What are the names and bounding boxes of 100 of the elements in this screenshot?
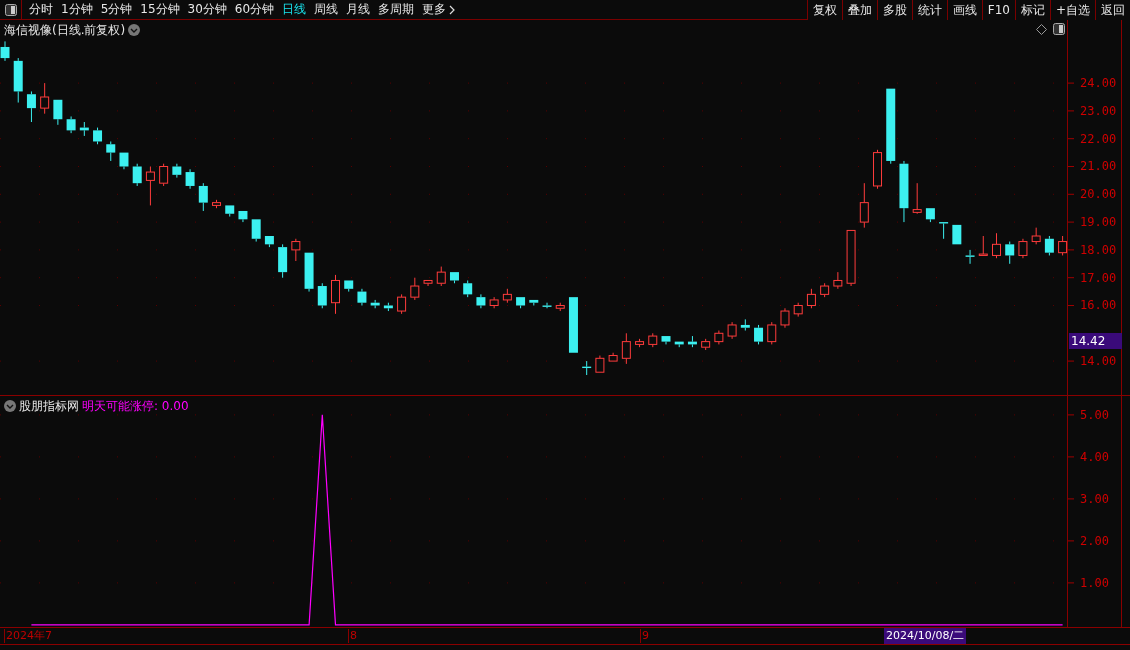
candlestick: [621, 332, 631, 365]
candlestick: [806, 288, 816, 309]
candlestick: [463, 279, 473, 298]
candlestick: [873, 149, 882, 190]
dropdown-icon[interactable]: [4, 400, 16, 412]
axis-label: 17.00: [1080, 270, 1117, 285]
candlestick: [1058, 235, 1068, 256]
toolbar-button[interactable]: 多股: [876, 0, 912, 20]
diamond-icon[interactable]: [1036, 23, 1047, 35]
candlestick: [132, 163, 142, 187]
candlestick: [555, 302, 565, 312]
axis-label: 20.00: [1080, 187, 1117, 202]
candlestick: [754, 324, 764, 345]
date-label: 9: [640, 629, 649, 643]
candlestick: [1018, 238, 1028, 259]
candlestick: [397, 293, 407, 315]
candlestick: [13, 57, 23, 104]
price-tag: 14.42: [1069, 333, 1122, 349]
candlestick: [899, 160, 909, 223]
period-tab[interactable]: 5分钟: [96, 0, 137, 19]
candlestick: [582, 360, 592, 376]
candlestick: [370, 299, 380, 309]
candlestick: [740, 318, 750, 331]
candlestick: [714, 330, 724, 345]
more-menu[interactable]: 更多: [418, 0, 460, 19]
candlestick: [1005, 241, 1015, 265]
axis-label: 22.00: [1080, 131, 1117, 146]
candlestick: [450, 271, 459, 284]
candlestick: [648, 332, 658, 348]
candlestick: [939, 221, 949, 240]
candlestick: [674, 341, 684, 348]
candlestick: [331, 274, 340, 315]
candlestick: [79, 121, 89, 137]
toolbar-button[interactable]: 叠加: [841, 0, 877, 20]
period-tab[interactable]: 30分钟: [183, 0, 231, 19]
period-tab[interactable]: 周线: [310, 0, 343, 19]
date-label: 2024年7: [4, 629, 52, 643]
panel-toggle-icon[interactable]: [1053, 23, 1065, 35]
candlestick: [317, 282, 327, 309]
toolbar-button[interactable]: 画线: [946, 0, 982, 20]
candlestick: [145, 166, 155, 206]
period-tab[interactable]: 60分钟: [230, 0, 279, 19]
candlestick: [767, 321, 777, 345]
panel-toggle-icon[interactable]: [4, 3, 17, 16]
axis-label: 3.00: [1080, 491, 1109, 506]
candlestick: [529, 299, 539, 306]
candlestick: [661, 335, 671, 345]
candlestick: [93, 127, 103, 145]
toolbar-button[interactable]: 返回: [1095, 0, 1130, 20]
candlestick: [635, 338, 645, 348]
axis-label: 4.00: [1080, 449, 1109, 464]
candlestick: [264, 235, 274, 248]
period-tab[interactable]: 多周期: [374, 0, 419, 19]
candlestick: [119, 152, 129, 170]
candlestick: [912, 182, 922, 215]
axis-label: 16.00: [1080, 298, 1117, 313]
candlestick: [965, 249, 975, 265]
candlestick: [106, 141, 116, 162]
toolbar-button[interactable]: 标记: [1014, 0, 1050, 20]
period-tab[interactable]: 1分钟: [57, 0, 97, 19]
axis-label: 23.00: [1080, 103, 1117, 118]
candlestick: [1044, 235, 1054, 256]
candlestick: [992, 232, 1001, 259]
candlestick: [793, 302, 803, 318]
candlestick: [925, 207, 935, 223]
candlestick: [608, 352, 618, 362]
candlestick: [357, 288, 367, 306]
axis-label: 18.00: [1080, 242, 1117, 257]
period-tab[interactable]: 15分钟: [136, 0, 184, 19]
toolbar-button[interactable]: F10: [981, 0, 1015, 20]
candlestick: [291, 238, 301, 262]
candlestick: [40, 82, 50, 115]
candlestick: [1031, 227, 1041, 245]
candlestick: [978, 235, 988, 256]
indicator-name: 股朋指标网: [19, 398, 79, 415]
candlestick: [859, 182, 869, 229]
period-tab[interactable]: 分时: [25, 0, 57, 19]
period-tab[interactable]: 日线: [278, 0, 311, 19]
candlestick: [198, 182, 208, 212]
candlestick: [423, 279, 433, 287]
candlestick: [238, 210, 248, 223]
axis-label: 14.00: [1080, 354, 1117, 369]
candlestick: [476, 293, 486, 309]
toolbar-button[interactable]: 复权: [806, 0, 842, 20]
candlestick: [383, 302, 393, 312]
candlestick: [780, 307, 790, 329]
dropdown-icon[interactable]: [128, 24, 141, 36]
toolbar-button[interactable]: +自选: [1049, 0, 1095, 20]
candlestick: [516, 296, 526, 309]
candlestick: [701, 338, 711, 351]
chevron-icon[interactable]: [449, 4, 456, 15]
period-tab[interactable]: 月线: [342, 0, 375, 19]
candlestick: [251, 218, 261, 243]
candlestick: [727, 321, 737, 340]
candlestick: [185, 168, 195, 190]
candlestick: [833, 271, 843, 290]
candlestick: [489, 296, 499, 309]
toolbar-button[interactable]: 统计: [911, 0, 947, 20]
candlestick: [66, 115, 76, 134]
indicator-reading: 明天可能涨停: 0.00: [82, 398, 189, 415]
